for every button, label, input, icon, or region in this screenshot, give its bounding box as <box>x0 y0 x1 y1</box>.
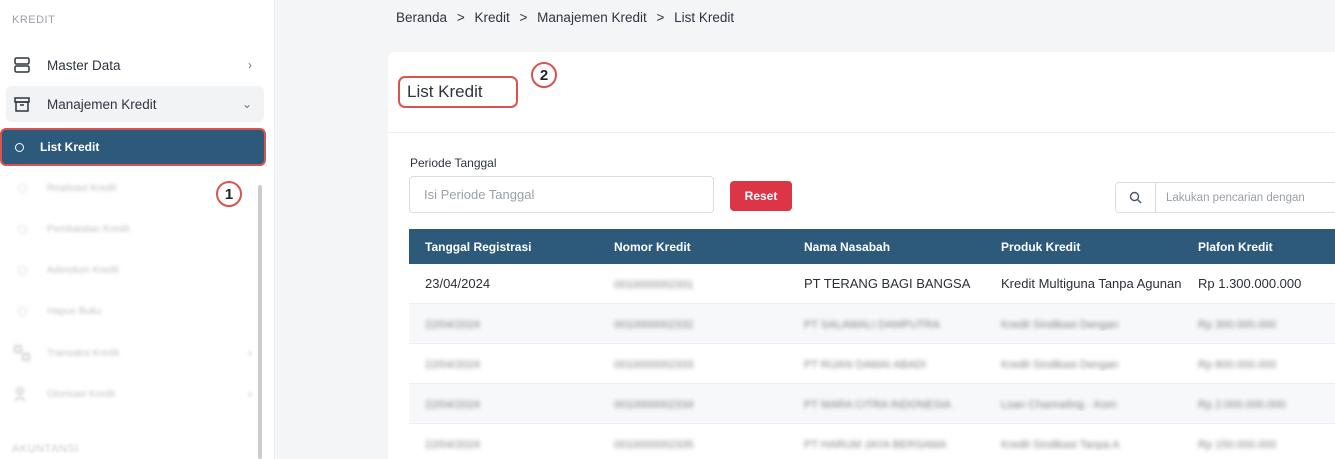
table-row[interactable]: 22/04/2024 0010000002335 PT HARUM JAYA B… <box>409 424 1335 459</box>
column-header-nomor-kredit[interactable]: Nomor Kredit <box>601 240 789 254</box>
cell-nomor-kredit: 0010000002334 <box>614 399 694 411</box>
table-header: Tanggal Registrasi Nomor Kredit Nama Nas… <box>409 229 1335 264</box>
cell-plafon-kredit: Rp 1.300.000.000 <box>1198 276 1302 291</box>
cell-plafon-kredit: Rp 300.000.000 <box>1198 319 1277 331</box>
table-row[interactable]: 22/04/2024 0010000002333 PT RIJAN DAMAI … <box>409 344 1335 384</box>
sidebar-item-transaksi-kredit[interactable]: Transaksi Kredit › <box>6 335 264 371</box>
column-header-nama-nasabah[interactable]: Nama Nasabah <box>789 240 987 254</box>
column-header-tanggal-registrasi[interactable]: Tanggal Registrasi <box>409 240 601 254</box>
cell-nomor-kredit: 0010000002332 <box>614 319 694 331</box>
cell-tanggal: 23/04/2024 <box>425 276 491 291</box>
cell-nomor-kredit: 0010000002335 <box>614 439 694 451</box>
sidebar-item-label: Pembatalan Kredit <box>47 223 130 235</box>
sidebar-section-title-accounting: AKUNTANSI <box>12 443 79 455</box>
cell-tanggal: 22/04/2024 <box>425 439 481 451</box>
column-header-produk-kredit[interactable]: Produk Kredit <box>987 240 1184 254</box>
sidebar-item-label: List Kredit <box>40 140 100 154</box>
breadcrumb-manajemen-kredit[interactable]: Manajemen Kredit <box>537 10 647 25</box>
list-kredit-card: List Kredit Periode Tanggal Reset Tangga… <box>388 52 1335 459</box>
search-box[interactable] <box>1115 182 1335 213</box>
circle-icon <box>8 142 30 152</box>
sidebar-item-label: Transaksi Kredit <box>47 347 119 359</box>
sidebar-item-otorisasi-kredit[interactable]: Otorisasi Kredit › <box>6 376 264 412</box>
breadcrumb-list-kredit: List Kredit <box>674 10 735 25</box>
circle-icon <box>11 183 33 193</box>
page-title: List Kredit <box>398 76 518 108</box>
cell-nomor-kredit: 0010000002331 <box>614 279 694 291</box>
sidebar-section-title: KREDIT <box>12 14 56 26</box>
table-row[interactable]: 22/04/2024 0010000002334 PT MARA CITRA I… <box>409 384 1335 424</box>
chevron-right-icon: › <box>248 387 252 401</box>
cell-plafon-kredit: Rp 150.000.000 <box>1198 439 1277 451</box>
server-icon <box>11 56 33 74</box>
annotation-badge-1: 1 <box>216 181 242 207</box>
sidebar-item-realisasi-kredit[interactable]: Realisasi Kredit <box>6 170 206 206</box>
breadcrumb-separator: > <box>456 10 465 25</box>
cell-nama-nasabah: PT MARA CITRA INDONESIA <box>804 399 952 411</box>
cell-plafon-kredit: Rp 2.000.000.000 <box>1198 399 1286 411</box>
cell-nomor-kredit: 0010000002333 <box>614 359 694 371</box>
sidebar-item-label: Hapus Buku <box>47 305 102 317</box>
search-input[interactable] <box>1156 191 1335 204</box>
column-header-plafon-kredit[interactable]: Plafon Kredit <box>1184 240 1335 254</box>
table-row[interactable]: 22/04/2024 0010000002332 PT SALAWALI DAM… <box>409 304 1335 344</box>
cell-produk-kredit: Kredit Multiguna Tanpa Agunan <box>1001 276 1182 291</box>
sidebar-item-label: Otorisasi Kredit <box>47 388 116 400</box>
cell-plafon-kredit: Rp 800.000.000 <box>1198 359 1277 371</box>
divider <box>388 132 1335 133</box>
breadcrumb-kredit[interactable]: Kredit <box>474 10 509 25</box>
cell-tanggal: 22/04/2024 <box>425 359 481 371</box>
kredit-table: Tanggal Registrasi Nomor Kredit Nama Nas… <box>409 229 1335 459</box>
sidebar-item-label: Adendum Kredit <box>47 264 119 276</box>
annotation-badge-2: 2 <box>531 62 557 88</box>
archive-icon <box>11 95 33 113</box>
cell-nama-nasabah: PT RIJAN DAMAI ABADI <box>804 359 927 371</box>
authorization-icon <box>11 385 33 403</box>
sidebar-scrollbar[interactable] <box>258 185 262 459</box>
cell-produk-kredit: Kredit Sindikasi Dengan <box>1001 319 1119 331</box>
sidebar-item-pembatalan-kredit[interactable]: Pembatalan Kredit <box>6 211 264 247</box>
cell-produk-kredit: Kredit Sindikasi Tanpa A <box>1001 439 1120 451</box>
cell-tanggal: 22/04/2024 <box>425 319 481 331</box>
search-icon[interactable] <box>1116 183 1156 212</box>
cell-nama-nasabah: PT SALAWALI DAMPUTRA <box>804 319 940 331</box>
sidebar-item-adendum-kredit[interactable]: Adendum Kredit <box>6 252 264 288</box>
sidebar-item-label: Manajemen Kredit <box>47 96 157 112</box>
cell-produk-kredit: Loan Channeling - Kom <box>1001 399 1117 411</box>
reset-button[interactable]: Reset <box>730 181 792 211</box>
chevron-down-icon: ⌄ <box>241 97 252 111</box>
circle-icon <box>11 306 33 316</box>
table-row[interactable]: 23/04/2024 0010000002331 PT TERANG BAGI … <box>409 264 1335 304</box>
chevron-right-icon: › <box>248 58 252 72</box>
cell-nama-nasabah: PT TERANG BAGI BANGSA <box>804 276 971 291</box>
circle-icon <box>11 224 33 234</box>
cell-nama-nasabah: PT HARUM JAYA BERSAMA <box>804 439 947 451</box>
sidebar-item-label: Master Data <box>47 57 121 73</box>
breadcrumb: Beranda > Kredit > Manajemen Kredit > Li… <box>396 10 740 25</box>
sidebar-item-manajemen-kredit[interactable]: Manajemen Kredit ⌄ <box>6 86 264 122</box>
cell-tanggal: 22/04/2024 <box>425 399 481 411</box>
chevron-right-icon: › <box>248 346 252 360</box>
period-label: Periode Tanggal <box>410 156 497 170</box>
breadcrumb-beranda[interactable]: Beranda <box>396 10 447 25</box>
sidebar-item-master-data[interactable]: Master Data › <box>6 47 264 83</box>
transaction-icon <box>11 344 33 362</box>
period-date-input[interactable] <box>409 176 714 213</box>
breadcrumb-separator: > <box>656 10 665 25</box>
sidebar-item-hapus-buku[interactable]: Hapus Buku <box>6 293 264 329</box>
sidebar: KREDIT Master Data › Manajemen Kredit ⌄ … <box>0 0 275 459</box>
sidebar-item-label: Realisasi Kredit <box>47 182 117 194</box>
breadcrumb-separator: > <box>519 10 528 25</box>
cell-produk-kredit: Kredit Sindikasi Dengan <box>1001 359 1119 371</box>
sidebar-item-list-kredit[interactable]: List Kredit <box>0 128 266 166</box>
circle-icon <box>11 265 33 275</box>
